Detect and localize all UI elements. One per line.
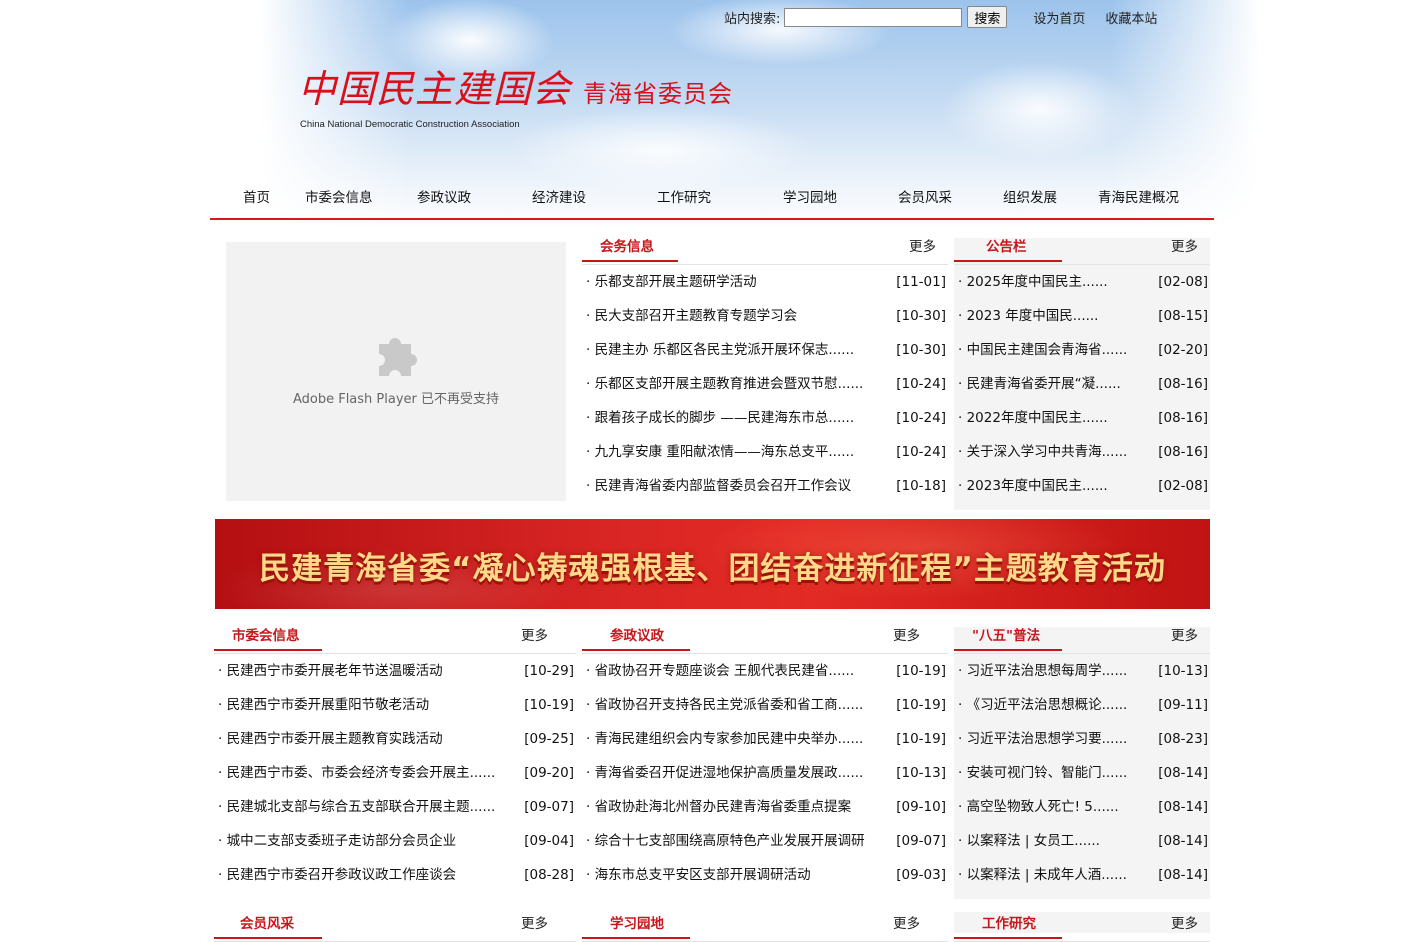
news-item[interactable]: · 乐都区支部开展主题教育推进会暨双节慰...... [10-24] — [582, 367, 948, 401]
panel-header: 工作研究 更多 — [954, 915, 1210, 942]
logo-cn-text: 中国民主建国会 — [298, 67, 572, 111]
law-item[interactable]: · 以案释法 | 女员工...... [08-14] — [954, 824, 1210, 858]
more-link[interactable]: 更多 — [893, 627, 920, 645]
news-item[interactable]: · 青海省委召开促进湿地保护高质量发展政...... [10-13] — [582, 756, 948, 790]
notice-item[interactable]: · 2023年度中国民主...... [02-08] — [954, 469, 1210, 503]
nav-item-organization[interactable]: 组织发展 — [1003, 186, 1057, 206]
nav-item-study[interactable]: 学习园地 — [783, 186, 837, 206]
set-home-link[interactable]: 设为首页 — [1033, 8, 1085, 27]
news-item[interactable]: · 海东市总支平安区支部开展调研活动 [09-03] — [582, 858, 948, 892]
law-item[interactable]: · 习近平法治思想学习要...... [08-23] — [954, 722, 1210, 756]
news-item[interactable]: · 民建西宁市委、市委会经济专委会开展主...... [09-20] — [214, 756, 576, 790]
news-list: · 省政协召开专题座谈会 王舰代表民建省...... [10-19] · 省政协召… — [582, 654, 948, 892]
news-item[interactable]: · 民大支部召开主题教育专题学习会 [10-30] — [582, 299, 948, 333]
main-nav: 首页 市委会信息 参政议政 经济建设 工作研究 学习园地 会员风采 组织发展 青… — [210, 178, 1214, 220]
news-item[interactable]: · 民建西宁市委开展重阳节敬老活动 [10-19] — [214, 688, 576, 722]
news-item[interactable]: · 民建西宁市委开展主题教育实践活动 [09-25] — [214, 722, 576, 756]
panel-header: 会务信息 更多 — [582, 238, 948, 265]
news-item[interactable]: · 乐都支部开展主题研学活动 [11-01] — [582, 265, 948, 299]
logo-subtitle: 青海省委员会 — [583, 80, 734, 108]
panel-bawu: "八五"普法 更多 · 习近平法治思想每周学...... [10-13] · 《习… — [954, 627, 1210, 899]
law-item[interactable]: · 高空坠物致人死亡! 5...... [08-14] — [954, 790, 1210, 824]
panel-header: 会员风采 更多 — [214, 915, 576, 942]
nav-item-economy[interactable]: 经济建设 — [532, 186, 586, 206]
notice-item[interactable]: · 2023 年度中国民...... [08-15] — [954, 299, 1210, 333]
panel-title: "八五"普法 — [954, 627, 1062, 651]
nav-item-politics[interactable]: 参政议政 — [417, 186, 471, 206]
panel-header: 市委会信息 更多 — [214, 627, 576, 654]
more-link[interactable]: 更多 — [909, 238, 936, 256]
more-link[interactable]: 更多 — [521, 915, 548, 933]
notice-item[interactable]: · 关于深入学习中共青海...... [08-16] — [954, 435, 1210, 469]
news-item[interactable]: · 民建西宁市委开展老年节送温暖活动 [10-29] — [214, 654, 576, 688]
top-bar: 站内搜索: 搜索 设为首页 收藏本站 — [724, 6, 1157, 28]
panel-gongzuo: 工作研究 更多 — [954, 912, 1210, 942]
flash-placeholder[interactable]: Adobe Flash Player 已不再受支持 — [226, 242, 566, 501]
more-link[interactable]: 更多 — [1171, 238, 1198, 256]
logo-english-name: China National Democratic Construction A… — [300, 119, 520, 130]
more-link[interactable]: 更多 — [1171, 627, 1198, 645]
law-item[interactable]: · 习近平法治思想每周学...... [10-13] — [954, 654, 1210, 688]
news-item[interactable]: · 青海民建组织会内专家参加民建中央举办...... [10-19] — [582, 722, 948, 756]
panel-title: 参政议政 — [582, 627, 690, 651]
news-item[interactable]: · 民建城北支部与综合五支部联合开展主题...... [09-07] — [214, 790, 576, 824]
logo-title: 中国民主建国会 青海省委员会 — [298, 66, 733, 117]
law-list: · 习近平法治思想每周学...... [10-13] · 《习近平法治思想概论..… — [954, 654, 1210, 892]
notice-item[interactable]: · 中国民主建国会青海省...... [02-20] — [954, 333, 1210, 367]
theme-banner[interactable]: 民建青海省委“凝心铸魂强根基、团结奋进新征程”主题教育活动 — [215, 519, 1210, 609]
notice-list: · 2025年度中国民主...... [02-08] · 2023 年度中国民..… — [954, 265, 1210, 503]
notice-item[interactable]: · 2022年度中国民主...... [08-16] — [954, 401, 1210, 435]
banner-text: 民建青海省委“凝心铸魂强根基、团结奋进新征程”主题教育活动 — [259, 551, 1166, 587]
news-item[interactable]: · 民建主办 乐都区各民主党派开展环保志...... [10-30] — [582, 333, 948, 367]
more-link[interactable]: 更多 — [893, 915, 920, 933]
panel-huiyuan: 会员风采 更多 — [214, 915, 576, 942]
panel-header: 公告栏 更多 — [954, 238, 1210, 265]
panel-title: 公告栏 — [954, 238, 1062, 262]
news-item[interactable]: · 省政协赴海北州督办民建青海省委重点提案 [09-10] — [582, 790, 948, 824]
bookmark-link[interactable]: 收藏本站 — [1105, 8, 1157, 27]
panel-header: "八五"普法 更多 — [954, 627, 1210, 654]
panel-huiwu: 会务信息 更多 · 乐都支部开展主题研学活动 [11-01] · 民大支部召开主题… — [582, 238, 948, 503]
panel-xuexi: 学习园地 更多 — [582, 915, 948, 942]
news-list: · 民建西宁市委开展老年节送温暖活动 [10-29] · 民建西宁市委开展重阳节敬… — [214, 654, 576, 892]
news-item[interactable]: · 省政协召开专题座谈会 王舰代表民建省...... [10-19] — [582, 654, 948, 688]
news-item[interactable]: · 省政协召开支持各民主党派省委和省工商...... [10-19] — [582, 688, 948, 722]
notice-item[interactable]: · 民建青海省委开展“凝...... [08-16] — [954, 367, 1210, 401]
plugin-puzzle-icon — [379, 338, 417, 376]
news-item[interactable]: · 跟着孩子成长的脚步 ——民建海东市总...... [10-24] — [582, 401, 948, 435]
panel-gonggao: 公告栏 更多 · 2025年度中国民主...... [02-08] · 2023 … — [954, 238, 1210, 510]
news-item[interactable]: · 九九享安康 重阳献浓情——海东总支平...... [10-24] — [582, 435, 948, 469]
panel-header: 学习园地 更多 — [582, 915, 948, 942]
news-list: · 乐都支部开展主题研学活动 [11-01] · 民大支部召开主题教育专题学习会[… — [582, 265, 948, 503]
panel-title: 学习园地 — [582, 915, 690, 939]
more-link[interactable]: 更多 — [521, 627, 548, 645]
panel-canzheng: 参政议政 更多 · 省政协召开专题座谈会 王舰代表民建省...... [10-19… — [582, 627, 948, 892]
panel-title: 工作研究 — [954, 915, 1062, 939]
news-item[interactable]: · 民建青海省委内部监督委员会召开工作会议 [10-18] — [582, 469, 948, 503]
law-item[interactable]: · 以案释法 | 未成年人酒...... [08-14] — [954, 858, 1210, 892]
news-item[interactable]: · 民建西宁市委召开参政议政工作座谈会 [08-28] — [214, 858, 576, 892]
news-item[interactable]: · 综合十七支部围绕高原特色产业发展开展调研 [09-07] — [582, 824, 948, 858]
panel-header: 参政议政 更多 — [582, 627, 948, 654]
more-link[interactable]: 更多 — [1171, 915, 1198, 933]
law-item[interactable]: · 《习近平法治思想概论...... [09-11] — [954, 688, 1210, 722]
panel-title: 市委会信息 — [214, 627, 322, 651]
nav-item-city-committee[interactable]: 市委会信息 — [305, 186, 373, 206]
panel-title: 会员风采 — [214, 915, 322, 939]
site-search-input[interactable] — [784, 7, 963, 27]
nav-item-research[interactable]: 工作研究 — [657, 186, 711, 206]
panel-shiwei: 市委会信息 更多 · 民建西宁市委开展老年节送温暖活动 [10-29] · 民建西… — [214, 627, 576, 892]
search-button[interactable]: 搜索 — [967, 6, 1008, 28]
law-item[interactable]: · 安装可视门铃、智能门...... [08-14] — [954, 756, 1210, 790]
site-logo[interactable]: 中国民主建国会 青海省委员会 China National Democratic … — [298, 66, 733, 130]
notice-item[interactable]: · 2025年度中国民主...... [02-08] — [954, 265, 1210, 299]
nav-item-members[interactable]: 会员风采 — [898, 186, 952, 206]
flash-message: Adobe Flash Player 已不再受支持 — [292, 392, 500, 407]
news-item[interactable]: · 城中二支部支委班子走访部分会员企业 [09-04] — [214, 824, 576, 858]
panel-title: 会务信息 — [582, 238, 678, 262]
nav-item-overview[interactable]: 青海民建概况 — [1098, 186, 1179, 206]
nav-item-home[interactable]: 首页 — [243, 186, 270, 206]
search-label: 站内搜索: — [724, 11, 781, 27]
